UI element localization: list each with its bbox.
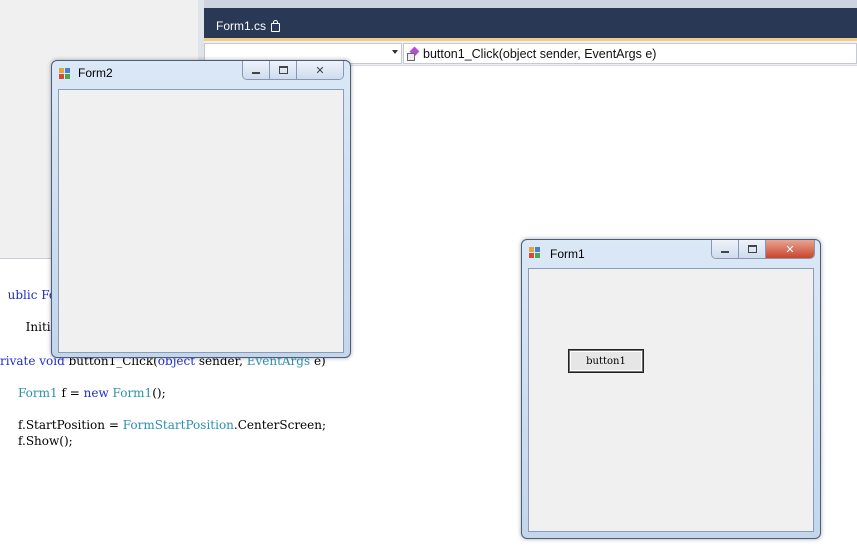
window-title: Form2	[78, 66, 113, 80]
window-title: Form1	[550, 247, 585, 261]
code-line-4: Form1 f = new Form1();	[18, 386, 166, 400]
restore-button[interactable]	[270, 61, 297, 79]
method-icon	[407, 48, 419, 61]
button1[interactable]: button1	[568, 349, 644, 373]
code-token: Form1	[18, 386, 58, 400]
form-app-icon	[59, 68, 72, 80]
form1-client-area: button1	[528, 268, 814, 532]
close-button[interactable]: ✕	[766, 240, 814, 258]
form2-client-area	[58, 89, 344, 353]
code-token: Form1	[112, 386, 153, 400]
lock-icon	[271, 19, 281, 32]
ide-toolbar	[204, 0, 857, 8]
restore-icon	[278, 66, 288, 74]
restore-button[interactable]	[739, 240, 766, 258]
member-dropdown-label: button1_Click(object sender, EventArgs e…	[423, 46, 657, 61]
code-token: f =	[57, 386, 84, 400]
member-dropdown[interactable]: button1_Click(object sender, EventArgs e…	[403, 43, 857, 64]
code-token: new	[83, 386, 109, 400]
chevron-down-icon	[392, 50, 398, 54]
tab-form1-cs[interactable]: Form1.cs	[210, 14, 286, 38]
code-token: Initi	[25, 320, 51, 334]
form1-window[interactable]: Form1 ✕ button1	[521, 239, 821, 539]
form2-window[interactable]: Form2 ✕	[51, 60, 351, 358]
form-app-icon	[529, 247, 542, 259]
minimize-icon	[721, 251, 729, 253]
code-token: FormStartPosition	[122, 418, 234, 432]
close-icon: ✕	[315, 63, 325, 77]
minimize-icon	[252, 72, 260, 74]
close-icon: ✕	[785, 242, 795, 256]
code-line-2: Initi	[18, 306, 51, 334]
code-line-5: f.StartPosition = FormStartPosition.Cent…	[18, 418, 326, 432]
minimize-button[interactable]	[243, 61, 270, 79]
code-line-1: ublic Fo	[0, 274, 57, 302]
tab-label: Form1.cs	[216, 19, 267, 33]
caption-buttons: ✕	[711, 240, 815, 259]
code-token: f.StartPosition =	[18, 418, 123, 432]
minimize-button[interactable]	[712, 240, 739, 258]
restore-icon	[747, 245, 757, 253]
document-tabstrip: Form1.cs	[204, 8, 857, 41]
close-button[interactable]: ✕	[297, 61, 343, 79]
code-token: .CenterScreen;	[233, 418, 327, 432]
caption-buttons: ✕	[242, 61, 344, 80]
code-token: ublic Fo	[7, 288, 57, 302]
code-line-6: f.Show();	[18, 434, 73, 448]
code-token: f.Show();	[18, 434, 73, 448]
code-token: ();	[152, 386, 166, 400]
